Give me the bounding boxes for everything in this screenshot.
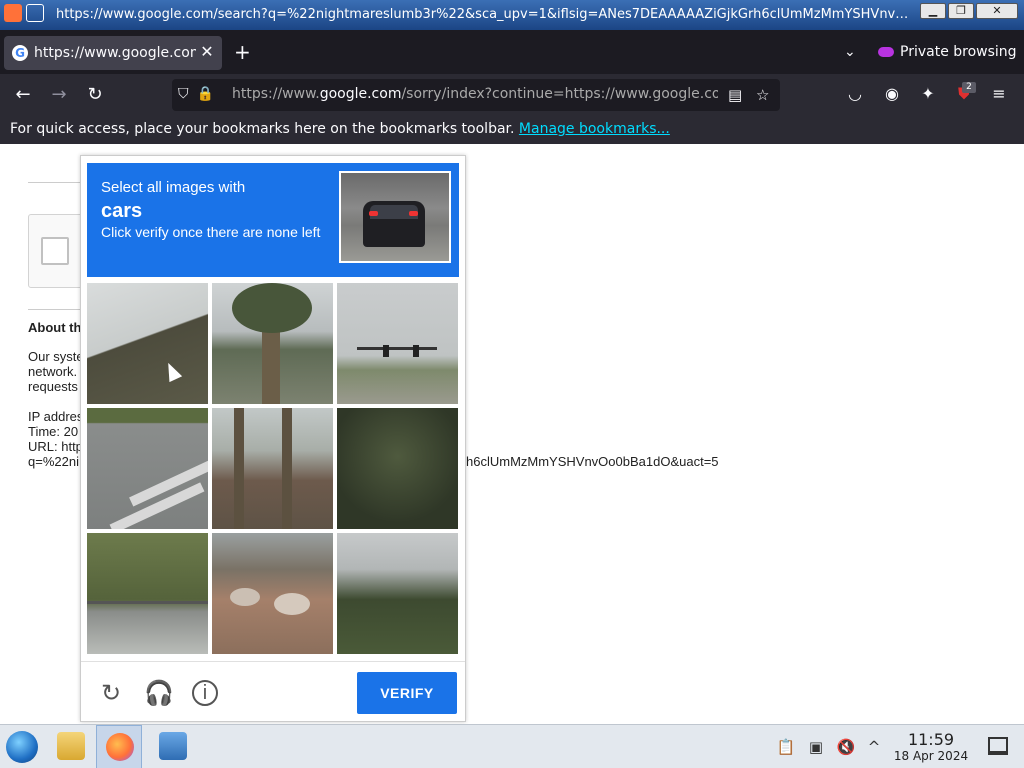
url-text[interactable]: https://www.google.com/sorry/index?conti…: [232, 86, 718, 102]
remote-desktop-icon: [159, 732, 187, 760]
reader-view-icon[interactable]: ▤: [728, 86, 742, 104]
reload-icon[interactable]: ↻: [97, 680, 125, 708]
para-line: Our syste: [28, 349, 84, 364]
about-heading: About th: [28, 320, 82, 335]
show-hidden-icons-icon[interactable]: ^: [864, 737, 884, 757]
tab-strip: G https://www.google.com/ ✕ + ⌄ Private …: [0, 30, 1024, 74]
divider: [28, 182, 88, 183]
google-favicon-icon: G: [12, 45, 28, 61]
tile-traffic-light-road[interactable]: [337, 283, 458, 404]
clock[interactable]: 11:59 18 Apr 2024: [892, 730, 970, 764]
clock-time: 11:59: [907, 730, 955, 749]
tile-palm-tree[interactable]: [212, 283, 333, 404]
close-tab-icon[interactable]: ✕: [198, 43, 216, 61]
divider: [28, 309, 88, 310]
recaptcha-checkbox-card: [28, 214, 88, 288]
start-button[interactable]: [6, 731, 38, 763]
private-browsing-label: Private browsing: [900, 44, 1017, 60]
forward-button[interactable]: →: [48, 84, 70, 106]
tile-roadside-bushes[interactable]: [87, 533, 208, 654]
tab-title: https://www.google.com/: [34, 45, 196, 61]
extension-badge: 2: [962, 82, 976, 93]
para-line: network.: [28, 364, 78, 379]
recaptcha-checkbox[interactable]: [41, 237, 69, 265]
window-title: https://www.google.com/search?q=%22night…: [56, 7, 916, 22]
bookmark-star-icon[interactable]: ☆: [756, 86, 769, 104]
image-grid: [87, 283, 459, 655]
menu-hamburger-icon[interactable]: ≡: [988, 84, 1010, 103]
bookmarks-toolbar: For quick access, place your bookmarks h…: [0, 116, 1024, 144]
signal-arm: [357, 347, 437, 350]
tile-overpass-concrete[interactable]: [87, 283, 208, 404]
recaptcha-challenge: Select all images with cars Click verify…: [80, 155, 466, 722]
guard-rail: [87, 601, 208, 604]
url-bar[interactable]: ⛉🔒 https://www.google.com/sorry/index?co…: [172, 79, 780, 111]
firefox-icon: [106, 733, 134, 761]
rock: [274, 593, 310, 615]
tail-light: [409, 211, 418, 216]
firefox-icon: [4, 4, 22, 22]
taskbar-firefox[interactable]: [96, 725, 142, 768]
back-button[interactable]: ←: [12, 84, 34, 106]
headphones-icon[interactable]: 🎧: [144, 680, 174, 708]
list-all-tabs-button[interactable]: ⌄: [844, 44, 856, 60]
sample-car-image: [339, 171, 451, 263]
palm-fronds: [232, 283, 312, 333]
clipboard-icon[interactable]: 📋: [776, 737, 796, 757]
manage-bookmarks-link[interactable]: Manage bookmarks...: [519, 121, 670, 137]
challenge-footer: ↻ 🎧 i VERIFY: [81, 661, 465, 723]
url-tail-text: h6clUmMzMmYSHVnvOo0bBa1dO&uact=5: [466, 454, 719, 469]
window-titlebar: https://www.google.com/search?q=%22night…: [0, 0, 1024, 30]
verify-button[interactable]: VERIFY: [357, 672, 457, 714]
reload-button[interactable]: ↻: [84, 84, 106, 106]
traffic-light: [413, 345, 419, 357]
taskbar: 📋 ▣ 🔇 ^ 11:59 18 Apr 2024: [0, 724, 1024, 768]
tile-trees-sky[interactable]: [337, 533, 458, 654]
tail-light: [369, 211, 378, 216]
info-line: IP addres: [28, 409, 84, 424]
storage-icon[interactable]: ▣: [806, 737, 826, 757]
challenge-hint: Click verify once there are none left: [101, 224, 321, 240]
traffic-light: [383, 345, 389, 357]
volume-muted-icon[interactable]: 🔇: [836, 737, 856, 757]
maximize-button[interactable]: ❐: [948, 3, 974, 19]
challenge-instruction: Select all images with: [101, 179, 246, 196]
nav-bar: ← → ↻ ⛉🔒 https://www.google.com/sorry/in…: [0, 74, 1024, 116]
folder-icon: [57, 732, 85, 760]
close-window-button[interactable]: ✕: [976, 3, 1018, 19]
challenge-target: cars: [101, 200, 143, 222]
taskbar-remote-desktop[interactable]: [150, 725, 196, 768]
private-mask-icon: [878, 47, 894, 57]
window-menu-icon[interactable]: [26, 4, 44, 22]
private-browsing-indicator: Private browsing: [878, 44, 1017, 60]
info-line: q=%22ni: [28, 454, 79, 469]
extensions-icon[interactable]: ✦: [917, 84, 939, 103]
clock-date: 18 Apr 2024: [893, 749, 969, 763]
tracking-protection-and-lock-icon[interactable]: ⛉🔒: [178, 86, 222, 102]
tile-crosswalk[interactable]: [87, 408, 208, 529]
info-line: Time: 20: [28, 424, 79, 439]
pocket-icon[interactable]: ◡: [844, 84, 866, 103]
palm-trunk: [234, 408, 244, 529]
challenge-header: Select all images with cars Click verify…: [87, 163, 459, 277]
info-icon[interactable]: i: [192, 680, 218, 706]
palm-trunk: [282, 408, 292, 529]
tab-google[interactable]: G https://www.google.com/ ✕: [4, 36, 222, 70]
para-line: requests: [28, 379, 78, 394]
account-icon[interactable]: ◉: [881, 84, 903, 103]
tile-tall-palms-fence[interactable]: [212, 408, 333, 529]
info-line: URL: http: [28, 439, 83, 454]
show-desktop-button[interactable]: [988, 737, 1008, 755]
minimize-button[interactable]: ▁: [920, 3, 946, 19]
rock: [230, 588, 260, 606]
taskbar-file-manager[interactable]: [48, 725, 94, 768]
tile-rocks-street[interactable]: [212, 533, 333, 654]
tile-dark-trees[interactable]: [337, 408, 458, 529]
new-tab-button[interactable]: +: [234, 42, 251, 62]
bookmarks-hint: For quick access, place your bookmarks h…: [10, 121, 515, 137]
